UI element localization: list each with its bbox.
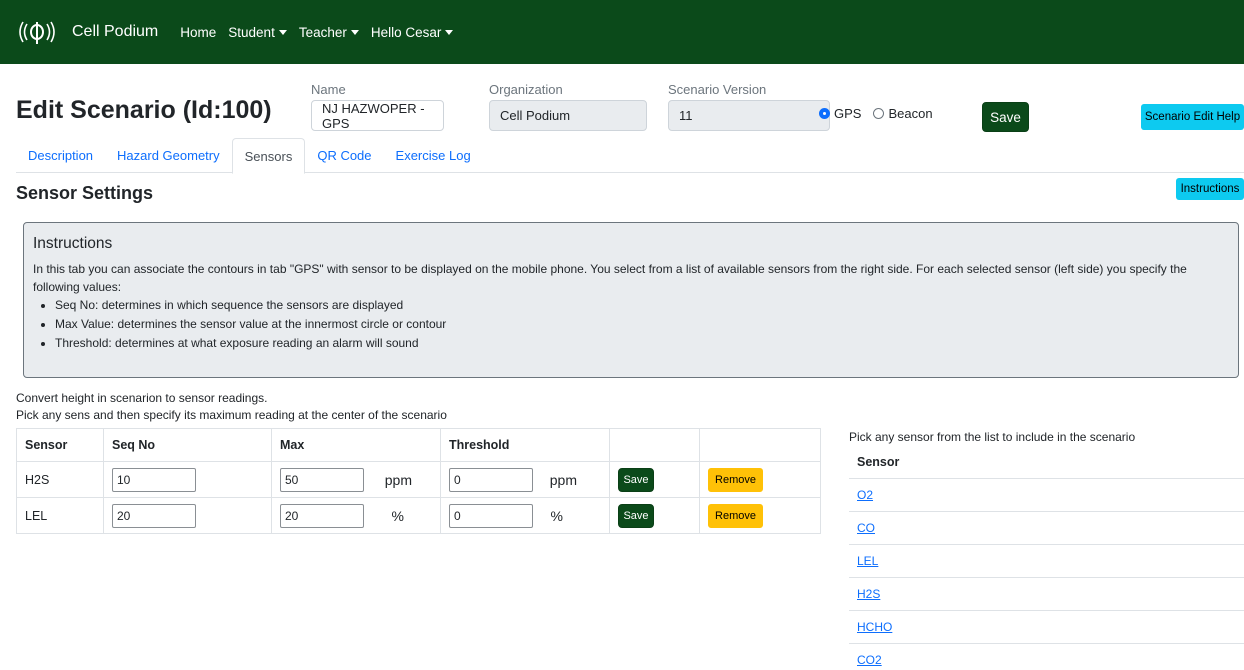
nav-home-label: Home: [180, 24, 217, 40]
sensor-link-h2s[interactable]: H2S: [857, 587, 880, 601]
convert-line-2: Pick any sens and then specify its maxim…: [16, 408, 447, 422]
save-row-button[interactable]: Save: [618, 467, 654, 492]
instructions-text: In this tab you can associate the contou…: [33, 262, 1187, 294]
max-unit: ppm: [384, 471, 412, 488]
instructions-title: Instructions: [33, 235, 113, 252]
nav-user-label: Hello Cesar: [370, 24, 442, 40]
top-navbar: Cell Podium Home Student Teacher Hello C…: [0, 0, 1244, 64]
radio-gps-label: GPS: [834, 106, 862, 121]
mode-radio-group: GPS Beacon: [819, 106, 945, 121]
col-sensor: Sensor: [16, 428, 104, 462]
instructions-list: Seq No: determines in which sequence the…: [55, 296, 1229, 353]
organization-input: Cell Podium: [489, 100, 647, 131]
col-max: Max: [271, 428, 441, 462]
tab-sensors[interactable]: Sensors: [231, 138, 306, 174]
list-item: HCHO: [849, 611, 1244, 644]
instructions-bullet: Threshold: determines at what exposure r…: [55, 334, 1229, 353]
col-threshold: Threshold: [440, 428, 610, 462]
sensor-link-hcho[interactable]: HCHO: [857, 620, 892, 634]
table-row: LEL 20 20% 0% Save Remove: [16, 497, 821, 534]
caret-down-icon: [278, 29, 287, 35]
tab-description[interactable]: Description: [16, 138, 105, 173]
section-title: Sensor Settings: [16, 183, 154, 203]
save-row-button[interactable]: Save: [618, 503, 654, 528]
tab-hazard-geometry[interactable]: Hazard Geometry: [105, 138, 232, 173]
organization-label: Organization: [489, 82, 563, 97]
available-sensors-table: Sensor O2 CO LEL H2S HCHO CO2: [849, 446, 1244, 670]
instructions-bullet: Max Value: determines the sensor value a…: [55, 315, 1229, 334]
list-item: O2: [849, 479, 1244, 512]
table-row: H2S 10 50 ppm 0 ppm Save Remove: [16, 461, 821, 498]
signal-broadcast-icon: [16, 17, 58, 47]
instructions-panel: Instructions In this tab you can associa…: [23, 222, 1239, 378]
available-sensors-caption: Pick any sensor from the list to include…: [849, 430, 1136, 444]
nav-teacher-dropdown[interactable]: Teacher: [299, 25, 359, 40]
seq-no-input[interactable]: 20: [112, 503, 196, 528]
brand[interactable]: Cell Podium: [16, 17, 180, 47]
max-input[interactable]: 20: [280, 503, 364, 528]
tab-qr-code[interactable]: QR Code: [305, 138, 383, 173]
max-input[interactable]: 50: [280, 467, 364, 492]
brand-name: Cell Podium: [72, 23, 159, 40]
name-input[interactable]: NJ HAZWOPER - GPS: [311, 100, 444, 131]
remove-row-button[interactable]: Remove: [708, 503, 763, 528]
col-save: [609, 428, 700, 462]
convert-line-1: Convert height in scenarion to sensor re…: [16, 391, 268, 405]
nav-student-label: Student: [228, 24, 275, 40]
sensor-link-co[interactable]: CO: [857, 521, 875, 535]
selected-sensors-table: Sensor Seq No Max Threshold H2S 10 50 ppm…: [16, 428, 821, 534]
name-field: Name NJ HAZWOPER - GPS: [311, 82, 444, 131]
list-item: CO: [849, 512, 1244, 545]
scenario-version-field: Scenario Version 11: [668, 82, 830, 131]
instructions-button[interactable]: Instructions: [1176, 178, 1244, 200]
available-sensors-header: Sensor: [849, 446, 1244, 479]
col-remove: [699, 428, 821, 462]
threshold-unit: %: [550, 507, 563, 524]
sensor-link-co2[interactable]: CO2: [857, 653, 882, 667]
threshold-input[interactable]: 0: [449, 503, 533, 528]
caret-down-icon: [350, 29, 359, 35]
nav-home[interactable]: Home: [180, 25, 216, 40]
tab-bar: Description Hazard Geometry Sensors QR C…: [16, 138, 1244, 174]
tab-exercise-log[interactable]: Exercise Log: [384, 138, 483, 173]
max-unit: %: [391, 507, 404, 524]
radio-beacon-label: Beacon: [888, 106, 933, 121]
radio-beacon[interactable]: [873, 108, 885, 119]
list-item: CO2: [849, 644, 1244, 670]
sensor-name: LEL: [16, 497, 104, 534]
list-item: LEL: [849, 545, 1244, 578]
organization-field: Organization Cell Podium: [489, 82, 647, 131]
name-label: Name: [311, 82, 346, 97]
threshold-input[interactable]: 0: [449, 467, 533, 492]
convert-description: Convert height in scenarion to sensor re…: [16, 390, 447, 424]
nav-student-dropdown[interactable]: Student: [228, 25, 287, 40]
nav-user-dropdown[interactable]: Hello Cesar: [371, 25, 454, 40]
sensor-name: H2S: [16, 461, 104, 498]
remove-row-button[interactable]: Remove: [708, 467, 763, 492]
scenario-version-input: 11: [668, 100, 830, 131]
sensor-link-o2[interactable]: O2: [857, 488, 873, 502]
save-scenario-button[interactable]: Save: [982, 102, 1029, 132]
instructions-bullet: Seq No: determines in which sequence the…: [55, 296, 1229, 315]
nav-teacher-label: Teacher: [298, 24, 347, 40]
page-title: Edit Scenario (Id:100): [16, 96, 272, 124]
threshold-unit: ppm: [549, 471, 577, 488]
table-header-row: Sensor Seq No Max Threshold: [16, 428, 821, 462]
scenario-version-label: Scenario Version: [668, 82, 767, 97]
scenario-edit-help-button[interactable]: Scenario Edit Help: [1141, 104, 1244, 130]
col-seq-no: Seq No: [103, 428, 272, 462]
sensor-link-lel[interactable]: LEL: [857, 554, 878, 568]
caret-down-icon: [445, 29, 454, 35]
radio-gps[interactable]: [819, 108, 830, 119]
list-item: H2S: [849, 578, 1244, 611]
seq-no-input[interactable]: 10: [112, 467, 196, 492]
